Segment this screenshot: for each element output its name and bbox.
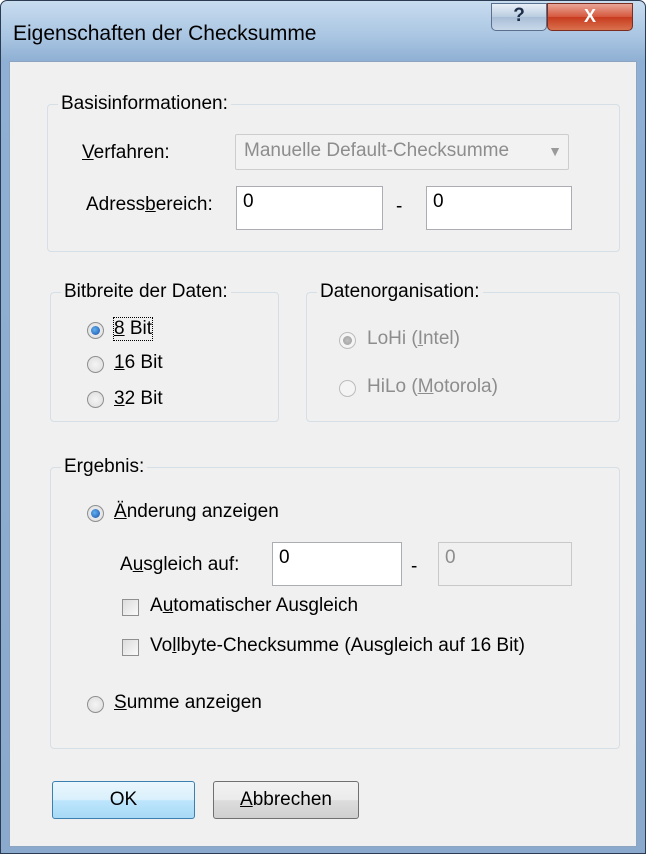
radio-summe-anzeigen-label[interactable]: Summe anzeigen bbox=[114, 692, 262, 714]
radio-16-bit-label[interactable]: 16 Bit bbox=[114, 352, 163, 374]
automatischer-ausgleich-label[interactable]: Automatischer Ausgleich bbox=[150, 595, 358, 617]
window-title: Eigenschaften der Checksumme bbox=[13, 22, 317, 45]
radio-8-bit-label[interactable]: 8 Bit bbox=[112, 317, 154, 341]
radio-hilo-motorola[interactable] bbox=[339, 380, 356, 397]
verfahren-select[interactable]: Manuelle Default-Checksumme ▼ bbox=[235, 134, 569, 170]
radio-lohi-intel[interactable] bbox=[339, 332, 356, 349]
vollbyte-checksumme-checkbox[interactable] bbox=[122, 639, 139, 656]
help-icon: ? bbox=[513, 5, 525, 26]
ausgleich-label: Ausgleich auf: bbox=[120, 554, 240, 575]
close-button[interactable]: X bbox=[547, 3, 633, 31]
radio-hilo-motorola-label[interactable]: HiLo (Motorola) bbox=[367, 376, 498, 398]
radio-32-bit-label[interactable]: 32 Bit bbox=[114, 388, 163, 410]
radio-16-bit[interactable] bbox=[87, 356, 104, 373]
group-ergebnis-label: Ergebnis: bbox=[61, 456, 148, 478]
group-bitbreite: Bitbreite der Daten: bbox=[50, 281, 279, 422]
radio-lohi-intel-label[interactable]: LoHi (Intel) bbox=[367, 328, 460, 350]
verfahren-label: Verfahren: bbox=[82, 142, 170, 163]
ausgleich-to-input[interactable]: 0 bbox=[438, 542, 572, 586]
group-datenorganisation-label: Datenorganisation: bbox=[317, 281, 483, 303]
group-basisinformationen-label: Basisinformationen: bbox=[58, 93, 231, 115]
adressbereich-to-input[interactable]: 0 bbox=[426, 186, 572, 230]
vollbyte-checksumme-label[interactable]: Vollbyte-Checksumme (Ausgleich auf 16 Bi… bbox=[150, 635, 525, 657]
radio-8-bit[interactable] bbox=[87, 322, 104, 339]
radio-summe-anzeigen[interactable] bbox=[87, 696, 104, 713]
group-datenorganisation: Datenorganisation: bbox=[306, 281, 620, 422]
radio-aenderung-anzeigen-label[interactable]: Änderung anzeigen bbox=[114, 501, 279, 523]
ok-button[interactable]: OK bbox=[52, 781, 195, 819]
dialog-client-area: Basisinformationen: Verfahren: Manuelle … bbox=[9, 61, 637, 847]
ausgleich-separator: - bbox=[411, 556, 418, 577]
dialog-window: Eigenschaften der Checksumme ? X Basisin… bbox=[0, 0, 646, 854]
title-bar: Eigenschaften der Checksumme ? X bbox=[1, 1, 645, 61]
group-bitbreite-label: Bitbreite der Daten: bbox=[61, 281, 231, 303]
adressbereich-label: Adressbereich: bbox=[86, 194, 213, 215]
chevron-down-icon: ▼ bbox=[548, 143, 562, 159]
adressbereich-from-input[interactable]: 0 bbox=[236, 186, 383, 230]
radio-32-bit[interactable] bbox=[87, 391, 104, 408]
ausgleich-from-input[interactable]: 0 bbox=[272, 542, 402, 586]
verfahren-select-value: Manuelle Default-Checksumme bbox=[244, 140, 510, 161]
cancel-button[interactable]: Abbrechen bbox=[213, 781, 359, 819]
automatischer-ausgleich-checkbox[interactable] bbox=[122, 599, 139, 616]
close-icon: X bbox=[583, 6, 596, 26]
radio-aenderung-anzeigen[interactable] bbox=[87, 505, 104, 522]
help-button[interactable]: ? bbox=[491, 3, 547, 31]
adressbereich-separator: - bbox=[396, 196, 403, 217]
